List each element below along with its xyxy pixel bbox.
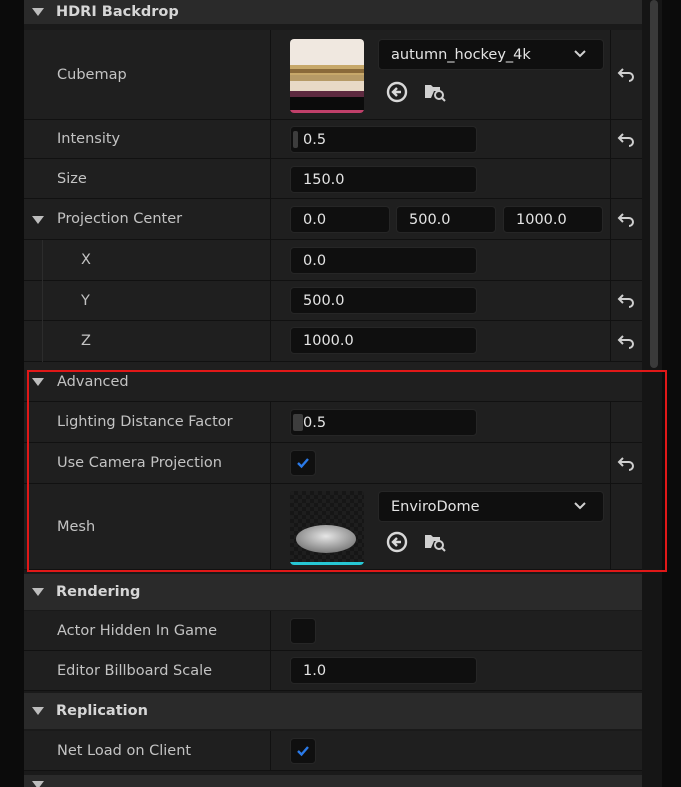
section-title: Replication <box>56 703 148 719</box>
use-selected-asset-button[interactable] <box>384 529 410 555</box>
y-input[interactable]: 500.0 <box>290 287 477 314</box>
reset-y-button[interactable] <box>612 287 640 315</box>
field-value: 1000.0 <box>516 211 567 228</box>
browse-asset-button[interactable] <box>422 529 448 555</box>
field-value: 500.0 <box>409 211 451 228</box>
editor-billboard-scale-input[interactable]: 1.0 <box>290 657 477 684</box>
property-label: Intensity <box>57 131 121 147</box>
row-projection-center: Projection Center 0.0 500.0 1000.0 <box>24 199 642 240</box>
reset-intensity-button[interactable] <box>612 126 640 154</box>
collapse-arrow-icon[interactable] <box>32 781 44 787</box>
chevron-down-icon <box>574 50 586 58</box>
reset-projection-center-button[interactable] <box>612 206 640 234</box>
projection-center-y-input[interactable]: 500.0 <box>396 206 496 233</box>
property-label: X <box>81 252 91 268</box>
collapse-arrow-icon[interactable] <box>32 588 44 596</box>
field-value: 500.0 <box>303 292 345 309</box>
asset-name: EnviroDome <box>391 498 480 515</box>
reset-cubemap-button[interactable] <box>612 61 640 89</box>
use-camera-projection-checkbox[interactable] <box>290 450 316 476</box>
actor-hidden-in-game-checkbox[interactable] <box>290 618 316 644</box>
property-label: Size <box>57 170 87 187</box>
browse-asset-icon <box>425 535 446 552</box>
property-label: Z <box>81 333 91 349</box>
section-title: HDRI Backdrop <box>56 4 179 20</box>
property-label: Mesh <box>57 518 96 535</box>
intensity-input[interactable]: 0.5 <box>290 126 477 153</box>
row-projection-x: X 0.0 <box>24 240 642 281</box>
property-label: Use Camera Projection <box>57 455 222 471</box>
row-projection-z: Z 1000.0 <box>24 321 642 362</box>
row-lighting-distance-factor: Lighting Distance Factor 0.5 <box>24 402 642 443</box>
reset-arrow-icon <box>617 133 634 147</box>
reset-arrow-icon <box>617 294 634 308</box>
property-label: Projection Center <box>57 211 183 227</box>
use-selected-asset-button[interactable] <box>384 79 410 105</box>
mesh-preview-image <box>290 491 364 565</box>
field-value: 0.0 <box>303 252 327 269</box>
subsection-title: Advanced <box>57 373 129 390</box>
z-input[interactable]: 1000.0 <box>290 327 477 354</box>
reset-arrow-icon <box>617 457 634 471</box>
row-editor-billboard-scale: Editor Billboard Scale 1.0 <box>24 651 642 691</box>
lighting-distance-factor-input[interactable]: 0.5 <box>290 409 477 436</box>
x-input[interactable]: 0.0 <box>290 247 477 274</box>
field-value: 1000.0 <box>303 332 354 349</box>
size-input[interactable]: 150.0 <box>290 166 477 193</box>
chevron-down-icon <box>574 502 586 510</box>
field-value: 0.0 <box>303 211 327 228</box>
field-value: 0.5 <box>303 414 327 431</box>
asset-name: autumn_hockey_4k <box>391 46 531 63</box>
scrollbar-thumb[interactable] <box>650 0 658 368</box>
property-label: Cubemap <box>57 66 127 83</box>
property-label: Lighting Distance Factor <box>57 414 233 430</box>
property-label: Editor Billboard Scale <box>57 662 213 679</box>
mesh-asset-dropdown[interactable]: EnviroDome <box>378 491 604 522</box>
reset-z-button[interactable] <box>612 328 640 356</box>
reset-arrow-icon <box>617 68 634 82</box>
checkmark-icon <box>297 458 309 469</box>
collapse-arrow-icon[interactable] <box>32 216 44 224</box>
details-panel: HDRI Backdrop Cubemap autumn_hockey_4k I… <box>24 0 642 787</box>
row-intensity: Intensity 0.5 <box>24 120 642 159</box>
row-advanced[interactable]: Advanced <box>24 362 642 402</box>
property-label: Net Load on Client <box>57 742 192 759</box>
browse-asset-button[interactable] <box>422 79 448 105</box>
cubemap-thumbnail[interactable] <box>290 39 364 113</box>
row-actor-hidden-in-game: Actor Hidden In Game <box>24 611 642 651</box>
browse-asset-icon <box>425 85 446 102</box>
section-hdri-backdrop[interactable]: HDRI Backdrop <box>24 0 642 24</box>
row-mesh: Mesh EnviroDome <box>24 484 642 570</box>
row-cubemap: Cubemap autumn_hockey_4k <box>24 30 642 120</box>
collapse-arrow-icon[interactable] <box>32 8 44 16</box>
use-selected-arrow-icon <box>386 531 408 553</box>
row-use-camera-projection: Use Camera Projection <box>24 443 642 484</box>
section-next-collapsed[interactable] <box>24 775 642 787</box>
net-load-on-client-checkbox[interactable] <box>290 738 316 764</box>
projection-center-z-input[interactable]: 1000.0 <box>503 206 603 233</box>
section-title: Rendering <box>56 584 141 600</box>
collapse-arrow-icon[interactable] <box>32 378 44 386</box>
reset-arrow-icon <box>617 335 634 349</box>
row-projection-y: Y 500.0 <box>24 281 642 321</box>
property-label: Y <box>81 292 90 309</box>
field-value: 150.0 <box>303 171 345 188</box>
reset-arrow-icon <box>617 213 634 227</box>
cubemap-asset-dropdown[interactable]: autumn_hockey_4k <box>378 39 604 70</box>
projection-center-x-input[interactable]: 0.0 <box>290 206 390 233</box>
field-value: 1.0 <box>303 662 327 679</box>
cubemap-preview-image <box>290 39 364 113</box>
reset-use-camera-projection-button[interactable] <box>612 450 640 478</box>
property-label: Actor Hidden In Game <box>57 622 218 639</box>
row-net-load-on-client: Net Load on Client <box>24 731 642 771</box>
use-selected-arrow-icon <box>386 81 408 103</box>
section-rendering[interactable]: Rendering <box>24 574 642 610</box>
row-size: Size 150.0 <box>24 159 642 199</box>
checkmark-icon <box>297 746 309 757</box>
section-replication[interactable]: Replication <box>24 693 642 729</box>
collapse-arrow-icon[interactable] <box>32 707 44 715</box>
field-value: 0.5 <box>303 131 327 148</box>
mesh-thumbnail[interactable] <box>290 491 364 565</box>
